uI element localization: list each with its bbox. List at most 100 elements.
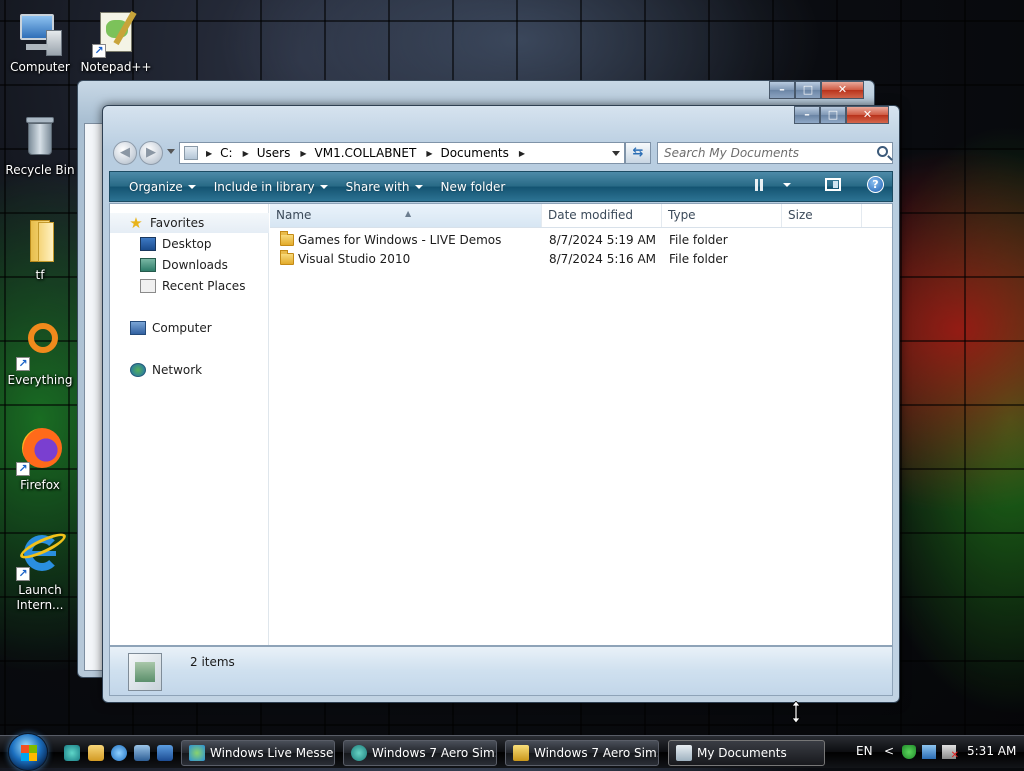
star-icon: ★ bbox=[129, 214, 143, 232]
desktop-icon-firefox[interactable]: ↗ Firefox bbox=[0, 428, 80, 493]
desktop-icon-computer[interactable]: Computer bbox=[0, 10, 80, 75]
change-view-icon[interactable] bbox=[755, 178, 773, 192]
desktop-icon-recycle-bin[interactable]: Recycle Bin bbox=[0, 113, 80, 178]
recent-pages-dropdown[interactable] bbox=[167, 149, 175, 154]
file-type: File folder bbox=[669, 233, 728, 247]
breadcrumb-arrow-icon[interactable]: ▶ bbox=[243, 149, 249, 158]
maximize-button[interactable]: □ bbox=[795, 81, 821, 99]
sidebar-item-recent-places[interactable]: Recent Places bbox=[140, 277, 245, 295]
column-header-label: Date modified bbox=[548, 208, 634, 222]
breadcrumb-arrow-icon[interactable]: ▶ bbox=[206, 149, 212, 158]
desktop-icon-notepad-plus-plus[interactable]: ↗ Notepad++ bbox=[76, 10, 156, 75]
sidebar-item-label: Recent Places bbox=[162, 279, 246, 293]
firefox-icon: ↗ bbox=[16, 428, 64, 476]
breadcrumb-arrow-icon[interactable]: ▶ bbox=[300, 149, 306, 158]
column-header-name[interactable]: ▲ Name bbox=[270, 204, 542, 227]
share-with-menu[interactable]: Share with bbox=[337, 172, 432, 201]
file-name: Games for Windows - LIVE Demos bbox=[298, 233, 502, 247]
chevron-down-icon[interactable] bbox=[783, 182, 791, 187]
quicklaunch-show-desktop-icon[interactable] bbox=[157, 745, 173, 761]
help-icon[interactable]: ? bbox=[867, 176, 884, 193]
sidebar-item-favorites[interactable]: ★ Favorites bbox=[128, 214, 204, 232]
sidebar-item-label: Computer bbox=[152, 321, 212, 335]
desktop-icon-everything[interactable]: ↗ Everything bbox=[0, 323, 80, 388]
window-caption-buttons: – □ ✕ bbox=[769, 81, 864, 99]
breadcrumb-arrow-icon[interactable]: ▶ bbox=[519, 149, 525, 158]
column-header-label: Type bbox=[668, 208, 696, 222]
sidebar-item-label: Downloads bbox=[162, 258, 228, 272]
quicklaunch-explorer-icon[interactable] bbox=[88, 745, 104, 761]
command-bar: Organize Include in library Share with N… bbox=[109, 171, 893, 202]
refresh-button[interactable]: ⇆ bbox=[625, 142, 651, 164]
column-header-label: Name bbox=[276, 208, 312, 222]
back-button[interactable]: ◀ bbox=[113, 141, 137, 165]
preview-pane-icon[interactable] bbox=[825, 178, 841, 191]
taskbar-button-label: Windows 7 Aero Sim... bbox=[534, 746, 659, 760]
taskbar-button-label: Windows Live Messe... bbox=[210, 746, 335, 760]
downloads-icon bbox=[140, 258, 156, 272]
shortcut-arrow-icon: ↗ bbox=[16, 462, 30, 476]
desktop-icon-label: Everything bbox=[7, 373, 73, 387]
column-header-label: Size bbox=[788, 208, 813, 222]
quicklaunch-switch-windows-icon[interactable] bbox=[134, 745, 150, 761]
explorer-window[interactable]: – □ ✕ ◀ ▶ ▶ C: ▶ Users ▶ VM1.COLLABNET ▶… bbox=[102, 105, 900, 703]
show-hidden-icons-chevron[interactable]: < bbox=[884, 744, 894, 758]
close-button[interactable]: ✕ bbox=[821, 81, 864, 99]
desktop-icon-tf[interactable]: tf bbox=[0, 218, 80, 283]
breadcrumb-arrow-icon[interactable]: ▶ bbox=[426, 149, 432, 158]
internet-explorer-icon: ↗ bbox=[16, 529, 69, 581]
clock[interactable]: 5:31 AM bbox=[967, 744, 1016, 758]
shortcut-arrow-icon: ↗ bbox=[92, 44, 106, 58]
table-row[interactable]: Visual Studio 2010 8/7/2024 5:16 AM File… bbox=[270, 250, 892, 269]
breadcrumb-item-c[interactable]: C: bbox=[220, 146, 232, 160]
minimize-button[interactable]: – bbox=[769, 81, 795, 99]
include-in-library-menu[interactable]: Include in library bbox=[205, 172, 337, 201]
language-indicator[interactable]: EN bbox=[856, 744, 873, 758]
table-row[interactable]: Games for Windows - LIVE Demos 8/7/2024 … bbox=[270, 231, 892, 250]
desktop-icon-label: tf bbox=[35, 268, 45, 282]
column-header-date-modified[interactable]: Date modified bbox=[542, 204, 662, 227]
file-name: Visual Studio 2010 bbox=[298, 252, 411, 266]
quicklaunch-messenger-icon[interactable] bbox=[64, 745, 80, 761]
breadcrumb-item-user[interactable]: VM1.COLLABNET bbox=[315, 146, 417, 160]
security-shield-icon[interactable] bbox=[902, 745, 916, 759]
search-icon[interactable] bbox=[877, 146, 888, 157]
organize-label: Organize bbox=[129, 179, 183, 194]
volume-muted-icon[interactable]: ✕ bbox=[942, 745, 959, 761]
column-header-size[interactable]: Size bbox=[782, 204, 862, 227]
new-folder-button[interactable]: New folder bbox=[432, 172, 515, 201]
search-input[interactable] bbox=[662, 143, 862, 163]
sidebar-item-network[interactable]: Network bbox=[130, 361, 202, 379]
taskbar-button-label: My Documents bbox=[697, 746, 787, 760]
taskbar-button-messenger[interactable]: Windows Live Messe... bbox=[181, 740, 335, 766]
column-header-type[interactable]: Type bbox=[662, 204, 782, 227]
maximize-button[interactable]: □ bbox=[820, 106, 846, 124]
start-button[interactable] bbox=[8, 733, 48, 771]
breadcrumb-item-users[interactable]: Users bbox=[257, 146, 291, 160]
desktop-icon-internet-explorer[interactable]: ↗ Launch Intern... bbox=[0, 529, 80, 613]
minimize-button[interactable]: – bbox=[794, 106, 820, 124]
organize-menu[interactable]: Organize bbox=[120, 172, 205, 201]
address-bar[interactable]: ▶ C: ▶ Users ▶ VM1.COLLABNET ▶ Documents… bbox=[179, 142, 625, 164]
refresh-icon: ⇆ bbox=[632, 145, 644, 160]
recycle-bin-icon bbox=[16, 113, 64, 161]
sidebar-item-downloads[interactable]: Downloads bbox=[140, 256, 228, 274]
taskbar: Windows Live Messe... Windows 7 Aero Sim… bbox=[0, 733, 1024, 771]
chevron-down-icon bbox=[414, 184, 423, 189]
taskbar-button-my-documents[interactable]: My Documents bbox=[668, 740, 825, 766]
sidebar-item-computer[interactable]: Computer bbox=[130, 319, 212, 337]
folder-icon bbox=[16, 218, 64, 266]
file-list: ▲ Name Date modified Type Size Games for… bbox=[270, 204, 892, 645]
content-area: ★ Favorites Desktop Downloads Recent Pla… bbox=[109, 203, 893, 646]
sidebar-item-desktop[interactable]: Desktop bbox=[140, 235, 212, 253]
column-header-row: ▲ Name Date modified Type Size bbox=[270, 204, 892, 228]
taskbar-button-aero-sim-1[interactable]: Windows 7 Aero Sim... bbox=[343, 740, 497, 766]
breadcrumb-item-documents[interactable]: Documents bbox=[440, 146, 508, 160]
network-tray-icon[interactable] bbox=[922, 745, 936, 759]
address-history-dropdown[interactable] bbox=[612, 151, 620, 156]
close-button[interactable]: ✕ bbox=[846, 106, 889, 124]
taskbar-button-aero-sim-2[interactable]: Windows 7 Aero Sim... bbox=[505, 740, 659, 766]
search-box[interactable] bbox=[657, 142, 893, 164]
quicklaunch-ie-icon[interactable] bbox=[111, 745, 127, 761]
forward-button[interactable]: ▶ bbox=[139, 141, 163, 165]
